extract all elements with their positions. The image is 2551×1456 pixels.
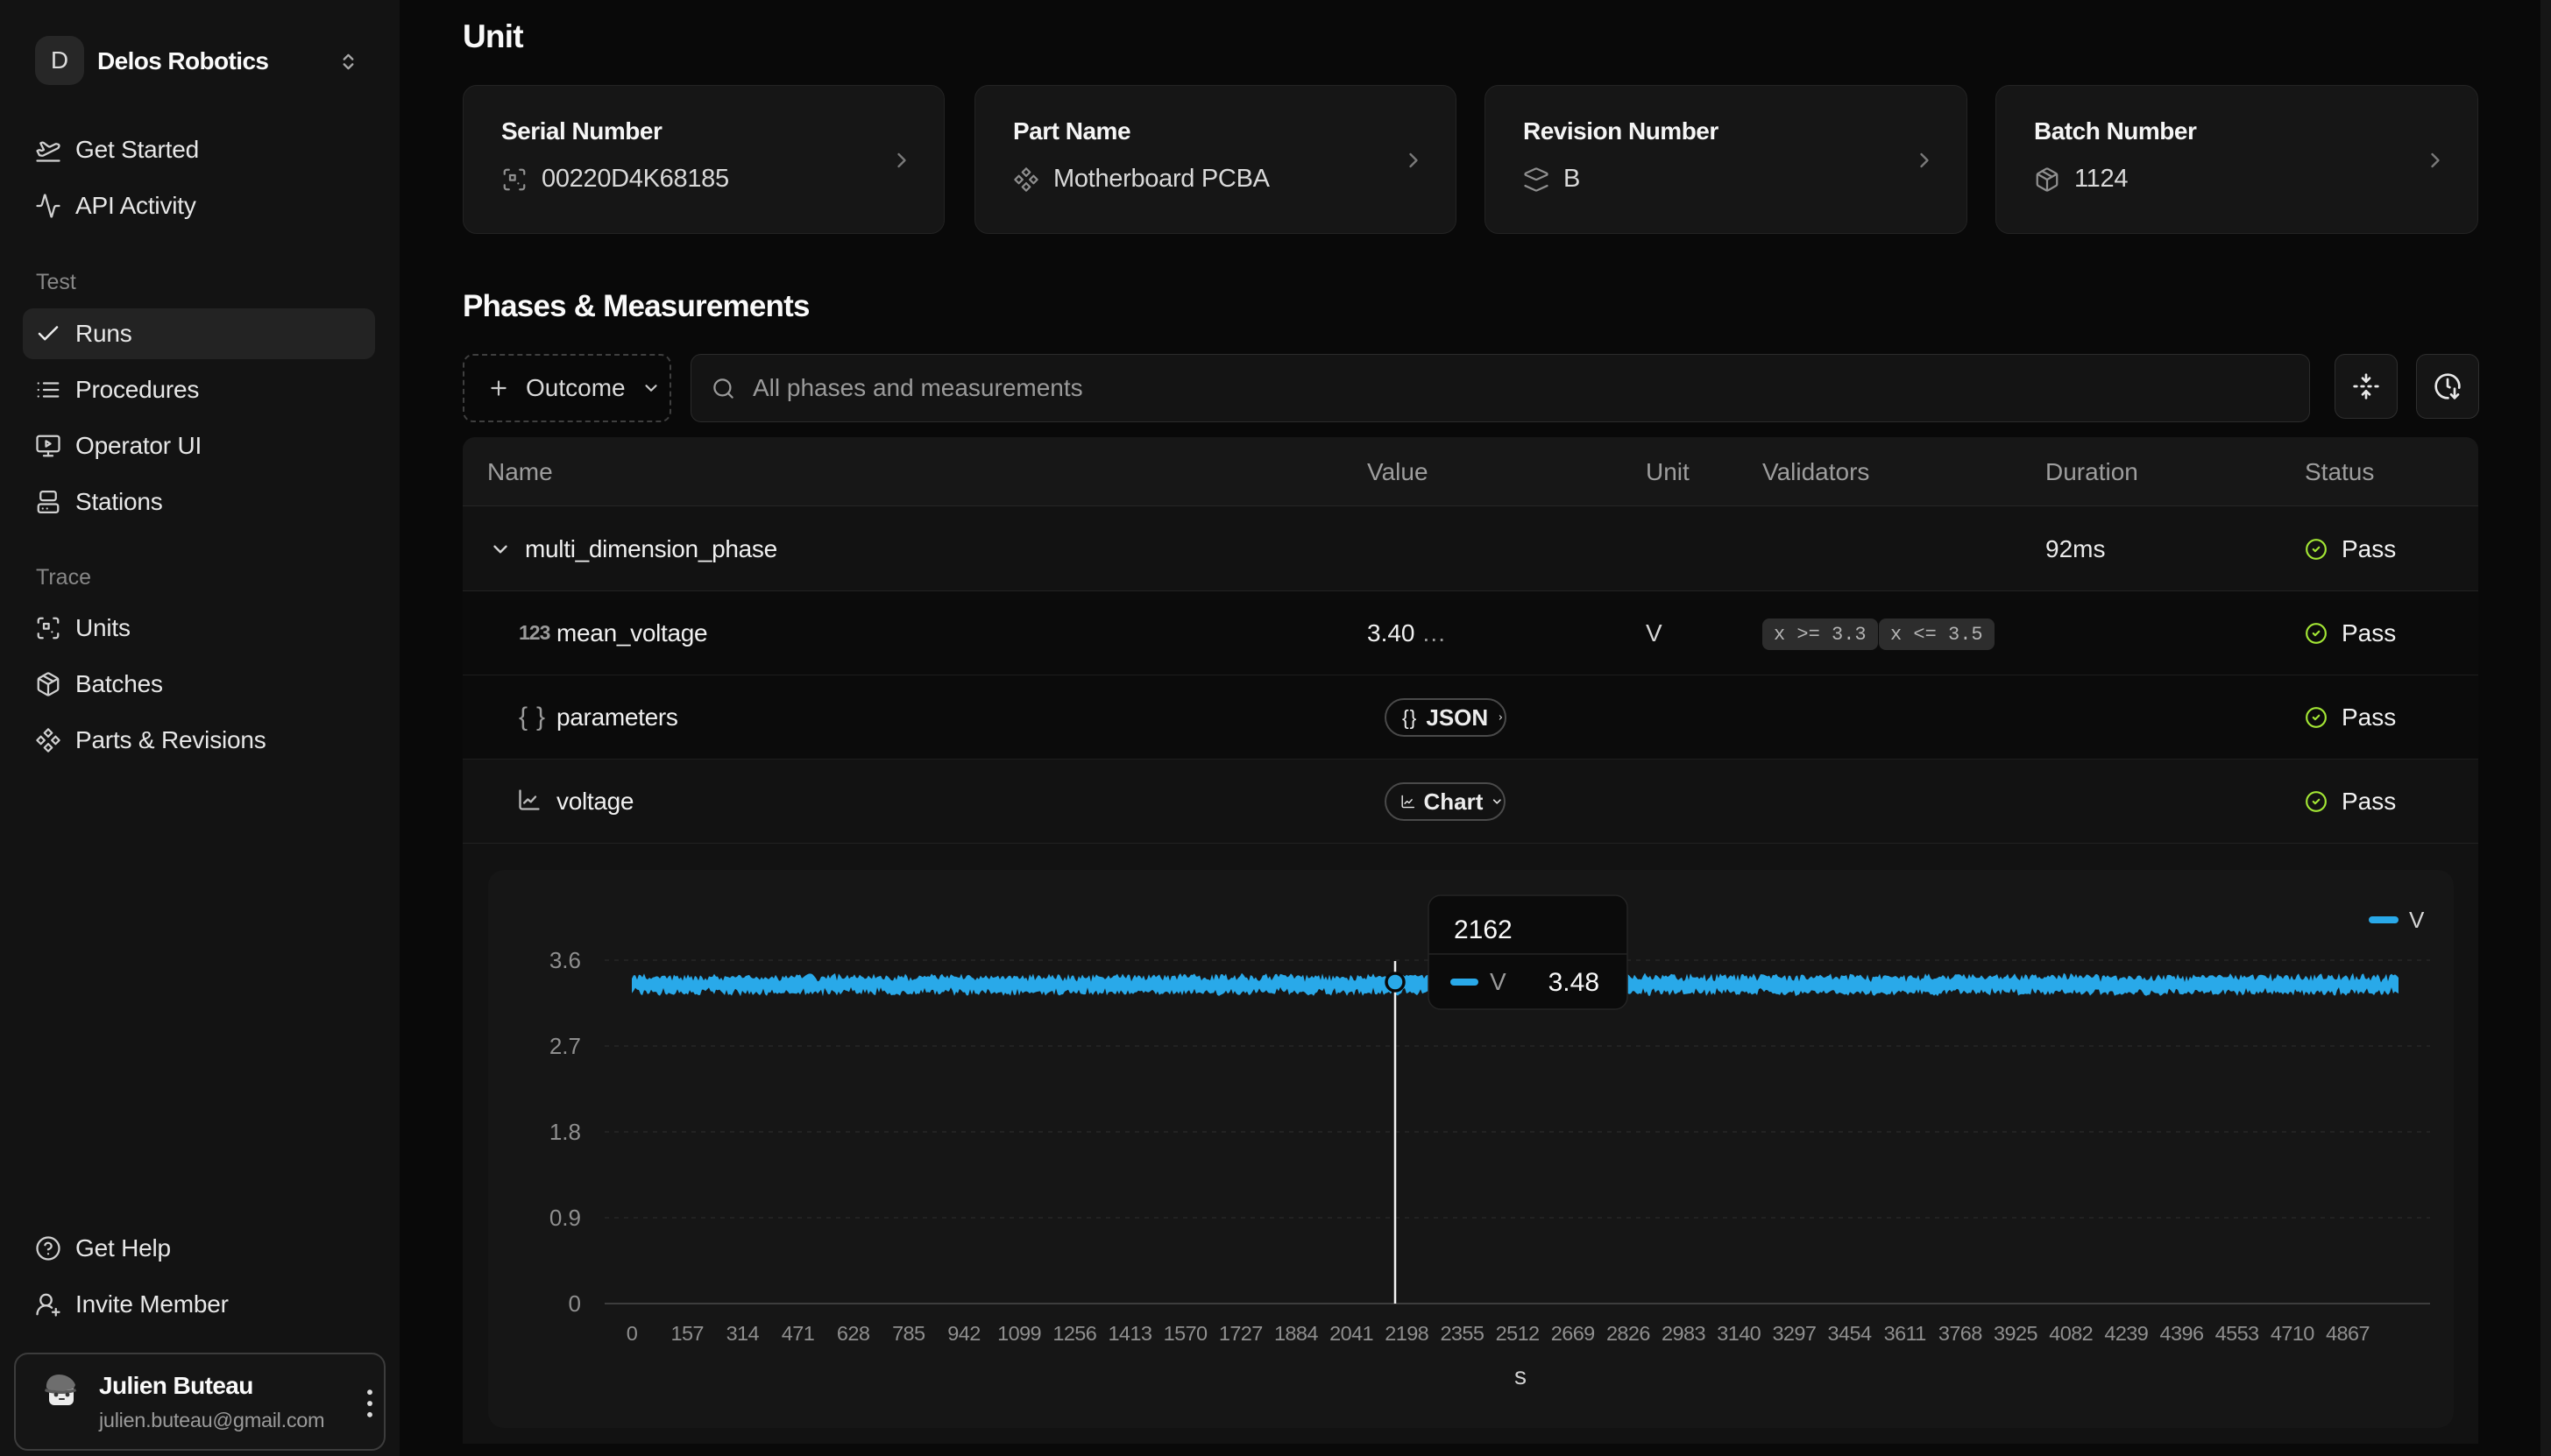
svg-text:1.8: 1.8 (549, 1119, 581, 1145)
svg-text:471: 471 (782, 1322, 814, 1345)
svg-text:2983: 2983 (1662, 1322, 1705, 1345)
svg-text:1884: 1884 (1274, 1322, 1318, 1345)
svg-text:3454: 3454 (1828, 1322, 1872, 1345)
svg-text:3.48: 3.48 (1548, 968, 1599, 997)
svg-text:3297: 3297 (1772, 1322, 1816, 1345)
svg-text:0: 0 (627, 1322, 638, 1345)
svg-text:1570: 1570 (1164, 1322, 1208, 1345)
svg-text:2355: 2355 (1440, 1322, 1484, 1345)
svg-text:1256: 1256 (1052, 1322, 1096, 1345)
svg-text:4710: 4710 (2271, 1322, 2314, 1345)
svg-text:157: 157 (670, 1322, 703, 1345)
svg-text:0.9: 0.9 (549, 1205, 581, 1231)
svg-text:1727: 1727 (1219, 1322, 1263, 1345)
svg-text:2512: 2512 (1496, 1322, 1540, 1345)
svg-text:2162: 2162 (1454, 915, 1513, 944)
svg-text:942: 942 (947, 1322, 980, 1345)
svg-text:4082: 4082 (2049, 1322, 2093, 1345)
svg-text:s: s (1514, 1362, 1527, 1389)
svg-text:3768: 3768 (1938, 1322, 1982, 1345)
svg-text:2.7: 2.7 (549, 1033, 581, 1059)
svg-text:2198: 2198 (1385, 1322, 1428, 1345)
svg-text:4553: 4553 (2215, 1322, 2259, 1345)
svg-text:1413: 1413 (1108, 1322, 1151, 1345)
svg-text:V: V (1490, 968, 1506, 995)
svg-text:4867: 4867 (2326, 1322, 2370, 1345)
svg-text:1099: 1099 (997, 1322, 1041, 1345)
svg-text:3925: 3925 (1994, 1322, 2037, 1345)
svg-text:785: 785 (892, 1322, 925, 1345)
svg-text:3611: 3611 (1884, 1322, 1926, 1345)
svg-text:4239: 4239 (2104, 1322, 2148, 1345)
svg-text:2041: 2041 (1329, 1322, 1373, 1345)
svg-text:3140: 3140 (1717, 1322, 1761, 1345)
svg-text:4396: 4396 (2160, 1322, 2204, 1345)
svg-text:3.6: 3.6 (549, 947, 581, 973)
svg-text:0: 0 (569, 1290, 581, 1317)
svg-text:2669: 2669 (1551, 1322, 1595, 1345)
svg-text:2826: 2826 (1606, 1322, 1650, 1345)
svg-text:V: V (2409, 907, 2425, 933)
svg-text:628: 628 (837, 1322, 870, 1345)
svg-text:314: 314 (726, 1322, 760, 1345)
